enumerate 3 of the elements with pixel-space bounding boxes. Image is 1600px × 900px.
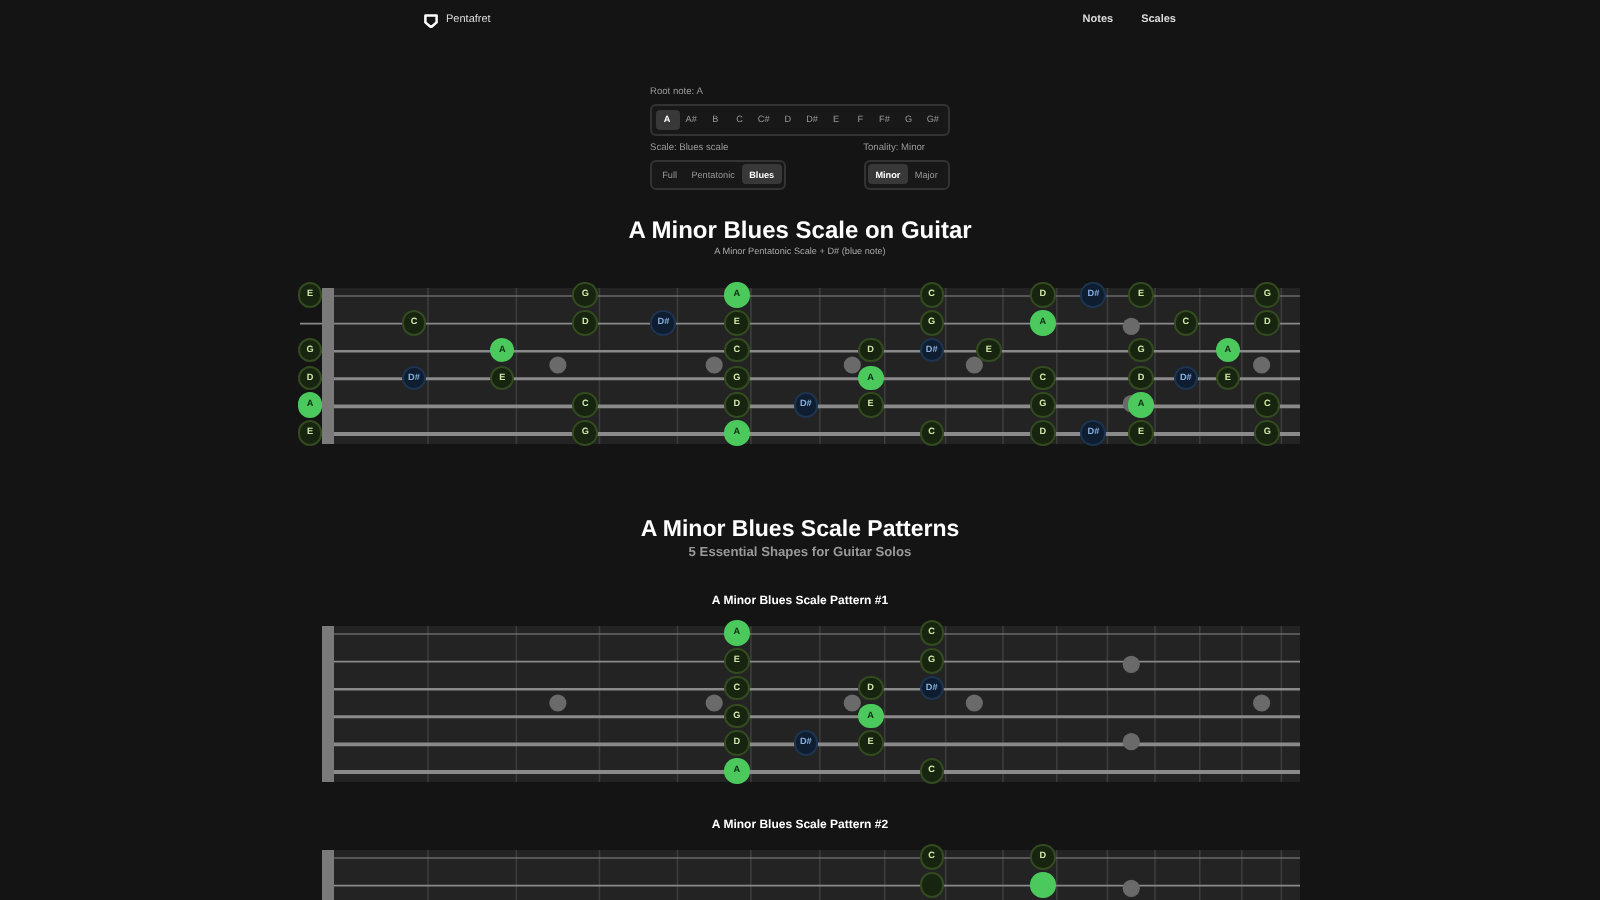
section-title: A Minor Blues Scale Patterns xyxy=(640,515,960,544)
page-title: A Minor Blues Scale on Guitar xyxy=(628,215,972,244)
logo-icon xyxy=(424,13,438,27)
